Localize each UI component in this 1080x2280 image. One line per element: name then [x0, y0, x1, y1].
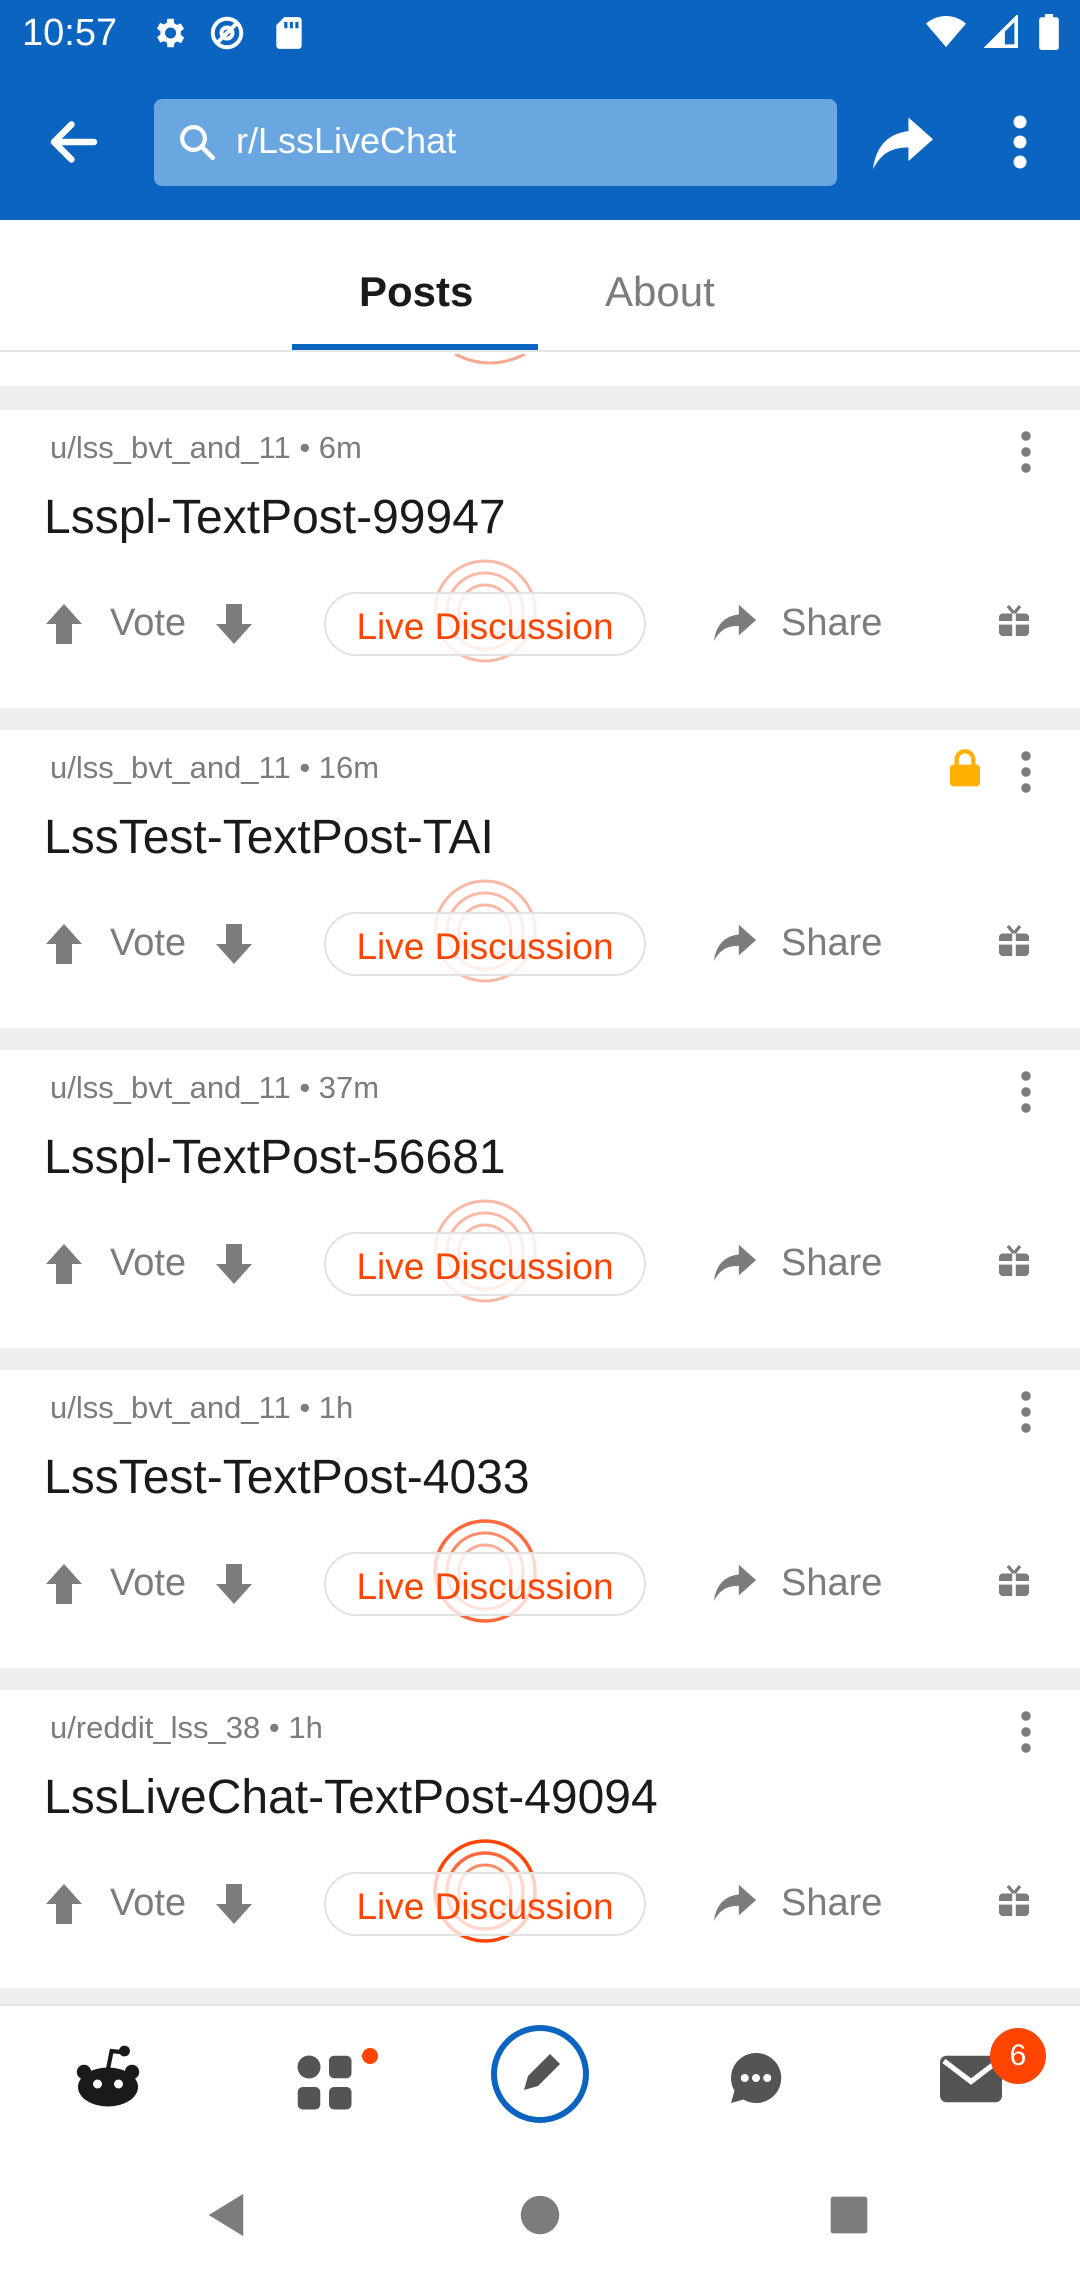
live-pulse-fragment: [454, 354, 526, 365]
award-gift-icon[interactable]: [996, 922, 1032, 960]
search-text: r/LssLiveChat: [236, 120, 457, 161]
home-snoo-icon[interactable]: [72, 2042, 144, 2114]
post-card[interactable]: u/reddit_lss_38 • 1h LssLiveChat-TextPos…: [0, 1690, 1080, 1988]
post-more-icon[interactable]: [1018, 1068, 1034, 1116]
create-post-icon[interactable]: [490, 2024, 590, 2124]
post-meta[interactable]: u/lss_bvt_and_11 • 16m: [50, 750, 379, 786]
chat-icon[interactable]: [726, 2048, 786, 2108]
upvote-icon[interactable]: [44, 1882, 84, 1926]
back-arrow-icon[interactable]: [44, 112, 104, 172]
live-discussion-label: Live Discussion: [356, 606, 614, 647]
downvote-icon[interactable]: [214, 1882, 254, 1926]
system-home-icon[interactable]: [519, 2194, 561, 2236]
post-actions: Vote Live Discussion Share: [0, 1519, 1080, 1626]
downvote-icon[interactable]: [214, 922, 254, 966]
post-card[interactable]: u/lss_bvt_and_11 • 16m LssTest-TextPost-…: [0, 730, 1080, 1028]
post-more-icon[interactable]: [1018, 748, 1034, 796]
share-icon[interactable]: [712, 1880, 758, 1924]
vpn-icon: [210, 16, 244, 50]
post-more-icon[interactable]: [1018, 1708, 1034, 1756]
live-discussion-button[interactable]: Live Discussion: [324, 1552, 646, 1616]
share-icon[interactable]: [712, 1240, 758, 1284]
subreddit-search-bar[interactable]: r/LssLiveChat: [154, 99, 837, 186]
settings-icon: [156, 18, 185, 48]
subreddit-tabs: Posts About: [0, 220, 1080, 352]
share-icon[interactable]: [712, 920, 758, 964]
tab-about[interactable]: About: [605, 268, 715, 316]
sd-card-icon: [276, 17, 302, 49]
post-meta[interactable]: u/lss_bvt_and_11 • 6m: [50, 430, 362, 466]
upvote-icon[interactable]: [44, 922, 84, 966]
live-discussion-button[interactable]: Live Discussion: [324, 1232, 646, 1296]
more-options-icon[interactable]: [1000, 112, 1040, 172]
downvote-icon[interactable]: [214, 1242, 254, 1286]
share-label[interactable]: Share: [781, 922, 882, 965]
share-label[interactable]: Share: [781, 1562, 882, 1605]
live-discussion-button[interactable]: Live Discussion: [324, 1872, 646, 1936]
award-gift-icon[interactable]: [996, 1242, 1032, 1280]
post-actions: Vote Live Discussion Share: [0, 879, 1080, 986]
previous-post-fragment: [0, 354, 1080, 386]
vote-label: Vote: [110, 1882, 187, 1924]
system-back-icon[interactable]: [206, 2192, 246, 2238]
vote-label: Vote: [110, 1242, 187, 1284]
post-actions: Vote Live Discussion Share: [0, 559, 1080, 666]
upvote-icon[interactable]: [44, 1242, 84, 1286]
share-label[interactable]: Share: [781, 602, 882, 645]
post-title[interactable]: LssTest-TextPost-4033: [44, 1450, 530, 1505]
live-discussion-label: Live Discussion: [356, 926, 614, 967]
award-gift-icon[interactable]: [996, 1882, 1032, 1920]
post-feed[interactable]: u/lss_bvt_and_11 • 6m Lsspl-TextPost-999…: [0, 354, 1080, 2004]
post-meta[interactable]: u/lss_bvt_and_11 • 1h: [50, 1390, 353, 1426]
battery-icon: [1039, 14, 1059, 50]
downvote-icon[interactable]: [214, 602, 254, 646]
inbox-badge: 6: [990, 2028, 1046, 2084]
share-label[interactable]: Share: [781, 1242, 882, 1285]
upvote-icon[interactable]: [44, 1562, 84, 1606]
post-actions: Vote Live Discussion Share: [0, 1839, 1080, 1946]
award-gift-icon[interactable]: [996, 602, 1032, 640]
bottom-navigation: 6: [0, 2004, 1080, 2150]
post-more-icon[interactable]: [1018, 1388, 1034, 1436]
post-card[interactable]: u/lss_bvt_and_11 • 37m Lsspl-TextPost-56…: [0, 1050, 1080, 1348]
status-bar: 10:57: [0, 0, 1080, 66]
post-meta[interactable]: u/lss_bvt_and_11 • 37m: [50, 1070, 379, 1106]
share-icon[interactable]: [712, 1560, 758, 1604]
system-recents-icon[interactable]: [829, 2195, 869, 2235]
post-title[interactable]: LssLiveChat-TextPost-49094: [44, 1770, 658, 1825]
active-tab-indicator: [292, 344, 538, 350]
post-more-icon[interactable]: [1018, 428, 1034, 476]
system-navigation: [0, 2150, 1080, 2280]
vote-label: Vote: [110, 1562, 187, 1604]
notification-dot: [362, 2048, 378, 2064]
award-gift-icon[interactable]: [996, 1562, 1032, 1600]
post-title[interactable]: LssTest-TextPost-TAI: [44, 810, 494, 865]
search-icon: [180, 125, 216, 161]
live-discussion-button[interactable]: Live Discussion: [324, 912, 646, 976]
lock-icon: [950, 749, 980, 787]
vote-label: Vote: [110, 922, 187, 964]
share-icon[interactable]: [712, 600, 758, 644]
live-discussion-label: Live Discussion: [356, 1566, 614, 1607]
status-time: 10:57: [22, 12, 118, 54]
communities-icon[interactable]: [294, 2052, 354, 2112]
signal-icon: [984, 15, 1018, 48]
upvote-icon[interactable]: [44, 602, 84, 646]
post-title[interactable]: Lsspl-TextPost-56681: [44, 1130, 506, 1185]
live-discussion-button[interactable]: Live Discussion: [324, 592, 646, 656]
post-card[interactable]: u/lss_bvt_and_11 • 1h LssTest-TextPost-4…: [0, 1370, 1080, 1668]
downvote-icon[interactable]: [214, 1562, 254, 1606]
post-actions: Vote Live Discussion Share: [0, 1199, 1080, 1306]
vote-label: Vote: [110, 602, 187, 644]
live-discussion-label: Live Discussion: [356, 1246, 614, 1287]
post-meta[interactable]: u/reddit_lss_38 • 1h: [50, 1710, 323, 1746]
tab-posts[interactable]: Posts: [359, 268, 473, 316]
share-icon[interactable]: [870, 112, 936, 172]
post-card[interactable]: u/lss_bvt_and_11 • 6m Lsspl-TextPost-999…: [0, 410, 1080, 708]
app-header: 10:57 r/LssLiveChat: [0, 0, 1080, 220]
post-title[interactable]: Lsspl-TextPost-99947: [44, 490, 506, 545]
share-label[interactable]: Share: [781, 1882, 882, 1925]
live-discussion-label: Live Discussion: [356, 1886, 614, 1927]
wifi-icon: [926, 16, 966, 47]
